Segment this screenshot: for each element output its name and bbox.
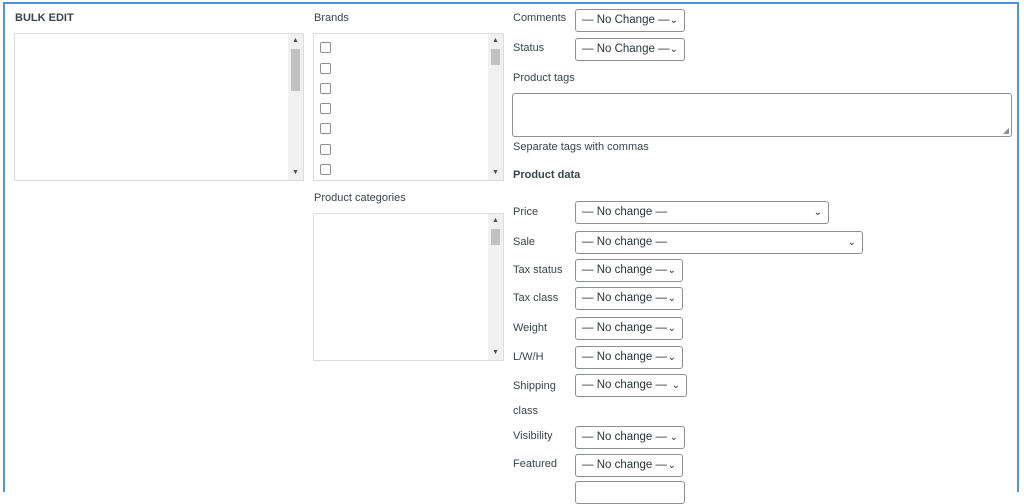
- product-categories-label: Product categories: [314, 192, 406, 204]
- sale-label: Sale: [513, 236, 536, 248]
- product-tags-label: Product tags: [513, 72, 575, 84]
- brand-checkbox[interactable]: [320, 123, 331, 134]
- tax-status-label: Tax status: [513, 264, 563, 276]
- weight-label: Weight: [513, 322, 548, 334]
- brands-label: Brands: [314, 12, 349, 24]
- product-tags-textarea[interactable]: ◢: [512, 93, 1012, 137]
- scroll-thumb[interactable]: [291, 49, 300, 91]
- brand-checkbox[interactable]: [320, 83, 331, 94]
- categories-scrollbar[interactable]: ▲ ▼: [488, 214, 503, 360]
- chevron-down-icon: ⌄: [667, 460, 676, 471]
- scroll-down-arrow-icon[interactable]: ▼: [488, 166, 503, 180]
- status-select-value: — No Change —: [582, 43, 670, 55]
- status-select[interactable]: — No Change — ⌄: [575, 38, 685, 61]
- shipping-class-label-line1: Shipping: [513, 380, 556, 392]
- scroll-down-arrow-icon[interactable]: ▼: [488, 346, 503, 360]
- price-select-value: — No change —: [582, 206, 668, 218]
- scroll-up-arrow-icon[interactable]: ▲: [488, 214, 503, 228]
- resize-grip-icon[interactable]: ◢: [1003, 127, 1009, 135]
- scroll-up-arrow-icon[interactable]: ▲: [288, 34, 303, 48]
- brand-checkbox[interactable]: [320, 42, 331, 53]
- chevron-down-icon: ⌄: [813, 207, 822, 218]
- items-list-scrollbar[interactable]: ▲ ▼: [288, 34, 303, 180]
- status-label: Status: [513, 42, 545, 54]
- brands-checklist[interactable]: ▲ ▼: [313, 33, 504, 181]
- featured-select-value: — No change —: [582, 459, 668, 471]
- chevron-down-icon: ⌄: [669, 432, 678, 443]
- comments-select[interactable]: — No Change — ⌄: [575, 9, 685, 32]
- price-select[interactable]: — No change — ⌄: [575, 201, 829, 224]
- sale-select[interactable]: — No change — ⌄: [575, 231, 863, 254]
- featured-select[interactable]: — No change — ⌄: [575, 454, 683, 477]
- lwh-select-value: — No change —: [582, 351, 668, 363]
- comments-label: Comments: [513, 12, 567, 24]
- tax-class-select-value: — No change —: [582, 292, 668, 304]
- tax-status-select-value: — No change —: [582, 264, 668, 276]
- product-categories-checklist[interactable]: ▲ ▼: [313, 213, 504, 361]
- chevron-down-icon: ⌄: [847, 237, 856, 248]
- bulk-edit-title: BULK EDIT: [15, 12, 74, 24]
- tax-class-label: Tax class: [513, 292, 559, 304]
- brand-checkbox[interactable]: [320, 63, 331, 74]
- brands-scrollbar[interactable]: ▲ ▼: [488, 34, 503, 180]
- chevron-down-icon: ⌄: [669, 44, 678, 55]
- visibility-label: Visibility: [513, 430, 553, 442]
- visibility-select-value: — No change —: [582, 431, 668, 443]
- lwh-select[interactable]: — No change — ⌄: [575, 346, 683, 369]
- scroll-thumb[interactable]: [491, 49, 500, 65]
- product-data-title: Product data: [513, 169, 581, 181]
- tax-status-select[interactable]: — No change — ⌄: [575, 259, 683, 282]
- weight-select-value: — No change —: [582, 322, 668, 334]
- shipping-class-label-line2: class: [513, 405, 539, 417]
- brand-checkbox[interactable]: [320, 144, 331, 155]
- scroll-up-arrow-icon[interactable]: ▲: [488, 34, 503, 48]
- tax-class-select[interactable]: — No change — ⌄: [575, 287, 683, 310]
- shipping-class-select[interactable]: — No change — ⌄: [575, 374, 687, 397]
- sale-select-value: — No change —: [582, 236, 668, 248]
- weight-select[interactable]: — No change — ⌄: [575, 317, 683, 340]
- chevron-down-icon: ⌄: [671, 380, 680, 391]
- next-field-select[interactable]: [575, 481, 685, 504]
- brand-checkbox[interactable]: [320, 164, 331, 175]
- bulk-edit-items-list[interactable]: ▲ ▼: [14, 33, 304, 181]
- lwh-label: L/W/H: [513, 351, 544, 363]
- visibility-select[interactable]: — No change — ⌄: [575, 426, 685, 449]
- brand-checkbox[interactable]: [320, 103, 331, 114]
- scroll-down-arrow-icon[interactable]: ▼: [288, 166, 303, 180]
- chevron-down-icon: ⌄: [667, 265, 676, 276]
- scroll-thumb[interactable]: [491, 229, 500, 245]
- shipping-class-select-value: — No change —: [582, 379, 668, 391]
- comments-select-value: — No Change —: [582, 14, 670, 26]
- chevron-down-icon: ⌄: [669, 15, 678, 26]
- chevron-down-icon: ⌄: [667, 293, 676, 304]
- product-tags-help: Separate tags with commas: [513, 141, 649, 153]
- price-label: Price: [513, 206, 539, 218]
- chevron-down-icon: ⌄: [667, 352, 676, 363]
- featured-label: Featured: [513, 458, 558, 470]
- chevron-down-icon: ⌄: [667, 323, 676, 334]
